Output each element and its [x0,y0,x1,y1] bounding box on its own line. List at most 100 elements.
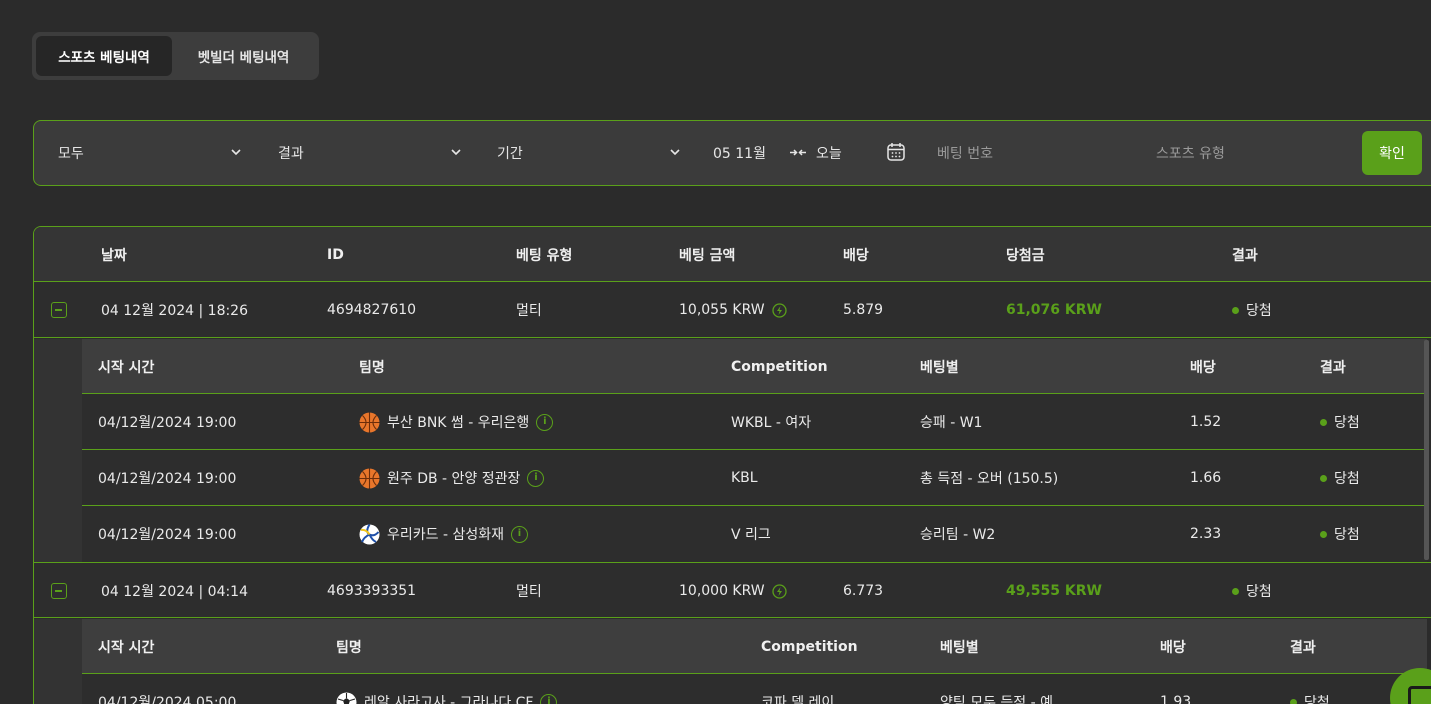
col-amount: 베팅 금액 [679,247,736,264]
selection-start: 04/12월/2024 19:00 [98,471,237,487]
collapse-toggle[interactable] [51,302,67,318]
soccer-icon [336,692,357,704]
selection-result: 당첨 [1320,506,1360,562]
selection-team-label: 부산 BNK 썸 - 우리은행 [387,415,530,431]
bet-result: 당첨 [1232,563,1272,619]
date-from[interactable]: 05 11월 [713,121,766,185]
bet-selections: 시작 시간 팀명 Competition 베팅별 배당 결과 04/12월/20… [34,339,1427,562]
selection-competition: 코파 델 레이 [761,695,835,704]
bet-amount: 10,055 KRW [679,282,787,338]
subcol-result: 결과 [1320,359,1346,376]
bet-number-placeholder: 베팅 번호 [937,146,993,162]
result-select-value: 결과 [278,146,304,162]
status-dot [1320,530,1327,538]
subcol-team: 팀명 [359,359,385,376]
selection-odds: 1.93 [1160,694,1192,704]
selection-row: 04/12월/2024 05:00 레알 사라고사 - 그라나다 CF i 코파… [82,674,1427,704]
selection-competition: KBL [731,470,758,486]
selection-start: 04/12월/2024 19:00 [98,527,237,543]
bet-odds: 6.773 [843,583,884,599]
subcol-market: 베팅별 [940,639,979,656]
bet-amount: 10,000 KRW [679,563,787,619]
subcol-result: 결과 [1290,639,1316,656]
selection-result: 당첨 [1320,450,1360,506]
subcol-start: 시작 시간 [98,639,155,656]
info-icon[interactable]: i [536,413,554,431]
filter-bar: 모두 결과 기간 05 11월 오늘 베팅 번호 스포츠 유형 확인 [33,120,1431,186]
bet-result: 당첨 [1232,282,1272,338]
selection-result: 당첨 [1320,394,1360,450]
col-odds: 배당 [843,247,869,264]
selections-header: 시작 시간 팀명 Competition 베팅별 배당 결과 [82,619,1427,674]
selection-team: 원주 DB - 안양 정관장 i [359,450,545,506]
selection-market: 승리팀 - W2 [920,527,996,543]
scrollbar[interactable] [1424,340,1429,560]
selection-team: 우리카드 - 삼성화재 i [359,506,528,562]
tab-betbuilder-bets[interactable]: 벳빌더 베팅내역 [172,36,315,76]
col-date: 날짜 [101,247,127,264]
bet-type: 멀티 [516,303,542,319]
collapse-toggle[interactable] [51,583,67,599]
col-bet-type: 베팅 유형 [516,247,573,264]
bet-odds: 5.879 [843,302,884,318]
subcol-market: 베팅별 [920,359,959,376]
status-dot [1320,474,1327,482]
selections-gutter [34,619,82,704]
subcol-competition: Competition [761,638,858,655]
table-header: 날짜 ID 베팅 유형 베팅 금액 배당 당첨금 결과 [34,227,1431,282]
selection-market: 총 득점 - 오버 (150.5) [920,471,1059,487]
bet-id: 4694827610 [327,302,417,318]
bonus-lightning-icon [771,583,787,599]
selection-competition: WKBL - 여자 [731,415,812,431]
selection-result: 당첨 [1290,674,1330,704]
selection-team-label: 원주 DB - 안양 정관장 [387,471,521,487]
info-icon[interactable]: i [540,693,558,704]
bet-id: 4693393351 [327,583,417,599]
selection-odds: 1.66 [1190,470,1222,486]
calendar-icon[interactable] [887,142,905,162]
selection-competition: V 리그 [731,527,771,543]
selections-header: 시작 시간 팀명 Competition 베팅별 배당 결과 [82,339,1427,394]
status-dot [1232,587,1239,595]
info-icon[interactable]: i [527,469,545,487]
bet-winnings: 61,076 KRW [1006,302,1102,318]
bet-type-select-value: 모두 [58,146,84,162]
tab-sports-bets[interactable]: 스포츠 베팅내역 [36,36,173,76]
bet-history-table: 날짜 ID 베팅 유형 베팅 금액 배당 당첨금 결과 04 12월 2024 … [33,226,1431,704]
basketball-icon [359,468,380,488]
selection-row: 04/12월/2024 19:00 우리카드 - 삼성화재 i V 리그 승리팀… [82,506,1427,562]
bet-date: 04 12월 2024 | 18:26 [101,303,249,319]
date-from-value: 05 11월 [713,146,766,162]
info-icon[interactable]: i [511,525,528,543]
col-id: ID [327,246,344,263]
bet-winnings: 49,555 KRW [1006,583,1102,599]
col-winnings: 당첨금 [1006,247,1045,264]
subcol-start: 시작 시간 [98,359,155,376]
bet-amount-value: 10,055 KRW [679,302,765,318]
subcol-odds: 배당 [1190,359,1216,376]
bet-type-select[interactable]: 모두 [58,121,248,185]
selection-row: 04/12월/2024 19:00 원주 DB - 안양 정관장 i KBL 총… [82,450,1427,506]
selection-market: 승패 - W1 [920,415,983,431]
selection-result-label: 당첨 [1304,695,1330,704]
confirm-button[interactable]: 확인 [1362,131,1422,175]
period-select[interactable]: 기간 [497,121,687,185]
bet-row[interactable]: 04 12월 2024 | 18:26 4694827610 멀티 10,055… [34,282,1431,338]
sport-type-placeholder: 스포츠 유형 [1156,146,1225,162]
volleyball-icon [359,523,380,544]
selection-team: 레알 사라고사 - 그라나다 CF i [336,674,558,704]
status-dot [1232,306,1239,314]
date-to[interactable]: 오늘 [816,121,842,185]
bet-selections: 시작 시간 팀명 Competition 베팅별 배당 결과 04/12월/20… [34,619,1427,704]
selection-team-label: 레알 사라고사 - 그라나다 CF [364,695,534,704]
chevron-down-icon [451,149,461,156]
selection-result-label: 당첨 [1334,471,1360,487]
sport-type-input[interactable]: 스포츠 유형 [1156,121,1346,185]
selection-start: 04/12월/2024 19:00 [98,415,237,431]
chevron-down-icon [231,149,241,156]
result-select[interactable]: 결과 [278,121,468,185]
bet-number-input[interactable]: 베팅 번호 [937,121,1137,185]
bet-row[interactable]: 04 12월 2024 | 04:14 4693393351 멀티 10,000… [34,562,1431,618]
selection-team-label: 우리카드 - 삼성화재 [387,527,504,543]
selection-start: 04/12월/2024 05:00 [98,695,237,704]
